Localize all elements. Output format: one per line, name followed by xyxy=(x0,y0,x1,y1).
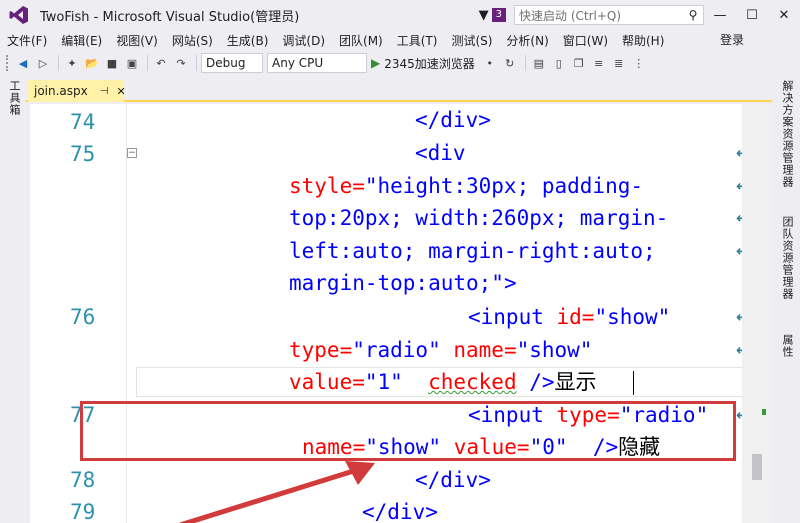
toolbar-options-icon[interactable]: ⋮ xyxy=(630,54,648,72)
login-link[interactable]: 登录 xyxy=(720,30,744,50)
redo-icon[interactable]: ↷ xyxy=(172,54,190,72)
start-debugging-button[interactable]: 2345加速浏览器 xyxy=(384,55,475,72)
right-tool-rail: 解决方案资源管理器 团队资源管理器 属性 xyxy=(772,76,800,523)
start-debugging-icon[interactable]: ▶ xyxy=(371,56,380,70)
menu-edit[interactable]: 编辑(E) xyxy=(54,32,109,49)
save-all-icon[interactable]: ▣ xyxy=(123,54,141,72)
document-icon[interactable]: ▯ xyxy=(550,54,568,72)
menu-analyze[interactable]: 分析(N) xyxy=(499,32,555,49)
pin-icon[interactable]: ⊣ xyxy=(100,86,109,97)
menu-test[interactable]: 测试(S) xyxy=(444,32,499,49)
menu-window[interactable]: 窗口(W) xyxy=(556,32,615,49)
standard-toolbar: ◀ ▷ ✦ 📂 ■ ▣ ↶ ↷ Debug▼ Any CPU▼ ▶ 2345加速… xyxy=(0,50,800,341)
code-line: left:auto; margin-right:auto; xyxy=(289,239,656,263)
line-number: 78 xyxy=(70,468,96,492)
annotation-arrow-icon xyxy=(179,461,375,523)
code-line: </div> xyxy=(415,468,491,492)
browser-select-icon[interactable]: • xyxy=(481,54,499,72)
notification-badge[interactable]: 3 xyxy=(491,8,506,22)
close-icon[interactable]: ✕ xyxy=(116,85,125,98)
search-icon[interactable]: ⚲ xyxy=(683,8,703,22)
comment-icon[interactable]: ≡ xyxy=(590,54,608,72)
new-project-icon[interactable]: ✦ xyxy=(63,54,81,72)
solution-platform-dropdown[interactable]: Any CPU▼ xyxy=(267,53,615,341)
menu-help[interactable]: 帮助(H) xyxy=(615,32,671,49)
refresh-icon[interactable]: ↻ xyxy=(501,54,519,72)
code-line: top:20px; width:260px; margin- xyxy=(289,206,669,230)
back-icon[interactable]: ◀ xyxy=(14,54,32,72)
solution-configuration-dropdown[interactable]: Debug▼ xyxy=(201,53,615,341)
menu-build[interactable]: 生成(B) xyxy=(220,32,276,49)
solution-explorer-tab[interactable]: 解决方案资源管理器 xyxy=(779,80,795,188)
title-bar: TwoFish - Microsoft Visual Studio(管理员) ▼… xyxy=(0,0,800,30)
code-line: <div xyxy=(415,141,466,165)
toolbox-tab[interactable]: 工具箱 xyxy=(6,80,22,116)
bookmark-icon[interactable]: ▤ xyxy=(530,54,548,72)
menu-view[interactable]: 视图(V) xyxy=(109,32,165,49)
copy-icon[interactable]: ❐ xyxy=(570,54,588,72)
window-title: TwoFish - Microsoft Visual Studio(管理员) xyxy=(40,9,300,25)
highlight-box xyxy=(80,401,736,461)
tab-join-aspx[interactable]: join.aspx ⊣ ✕ xyxy=(28,80,126,102)
uncomment-icon[interactable]: ≣ xyxy=(610,54,628,72)
document-tab-strip: join.aspx ⊣ ✕ xyxy=(26,80,772,102)
quick-launch-input[interactable]: 快速启动 (Ctrl+Q) ⚲ xyxy=(514,5,704,25)
menu-bar: 文件(F) 编辑(E) 视图(V) 网站(S) 生成(B) 调试(D) 团队(M… xyxy=(0,30,800,50)
save-icon[interactable]: ■ xyxy=(103,54,121,72)
vertical-scrollbar[interactable] xyxy=(742,104,772,523)
menu-tools[interactable]: 工具(T) xyxy=(390,32,445,49)
change-marker xyxy=(762,409,766,415)
code-line: margin-top:auto;"> xyxy=(289,271,517,295)
menu-team[interactable]: 团队(M) xyxy=(332,32,390,49)
code-line: value="1" checked />显示 xyxy=(289,370,597,394)
code-editor[interactable]: 74 75 76 77 78 79 − </div> <div style="h… xyxy=(30,104,772,523)
visual-studio-logo-icon xyxy=(8,4,30,26)
line-number: 74 xyxy=(70,110,96,134)
forward-icon[interactable]: ▷ xyxy=(34,54,52,72)
filter-icon[interactable]: ▼ xyxy=(479,8,489,23)
properties-tab[interactable]: 属性 xyxy=(779,334,795,358)
menu-website[interactable]: 网站(S) xyxy=(165,32,220,49)
code-line: type="radio" name="show" xyxy=(289,338,593,362)
line-number: 75 xyxy=(70,142,96,166)
collapse-region-icon[interactable]: − xyxy=(127,148,137,158)
left-tool-rail: 工具箱 xyxy=(0,76,26,523)
line-number: 79 xyxy=(70,500,96,523)
minimize-button[interactable]: — xyxy=(704,0,736,30)
text-caret xyxy=(633,371,634,395)
menu-file[interactable]: 文件(F) xyxy=(0,32,54,49)
scrollbar-thumb[interactable] xyxy=(752,454,762,480)
maximize-button[interactable]: ☐ xyxy=(736,0,768,30)
code-line: <input id="show" xyxy=(468,305,671,329)
code-line: style="height:30px; padding- xyxy=(289,174,644,198)
open-file-icon[interactable]: 📂 xyxy=(83,54,101,72)
line-number: 76 xyxy=(70,305,96,329)
team-explorer-tab[interactable]: 团队资源管理器 xyxy=(779,216,795,300)
code-line: </div> xyxy=(415,108,491,132)
toolbar-grip[interactable] xyxy=(6,55,10,71)
menu-debug[interactable]: 调试(D) xyxy=(275,32,332,49)
close-button[interactable]: ✕ xyxy=(768,0,800,30)
undo-icon[interactable]: ↶ xyxy=(152,54,170,72)
